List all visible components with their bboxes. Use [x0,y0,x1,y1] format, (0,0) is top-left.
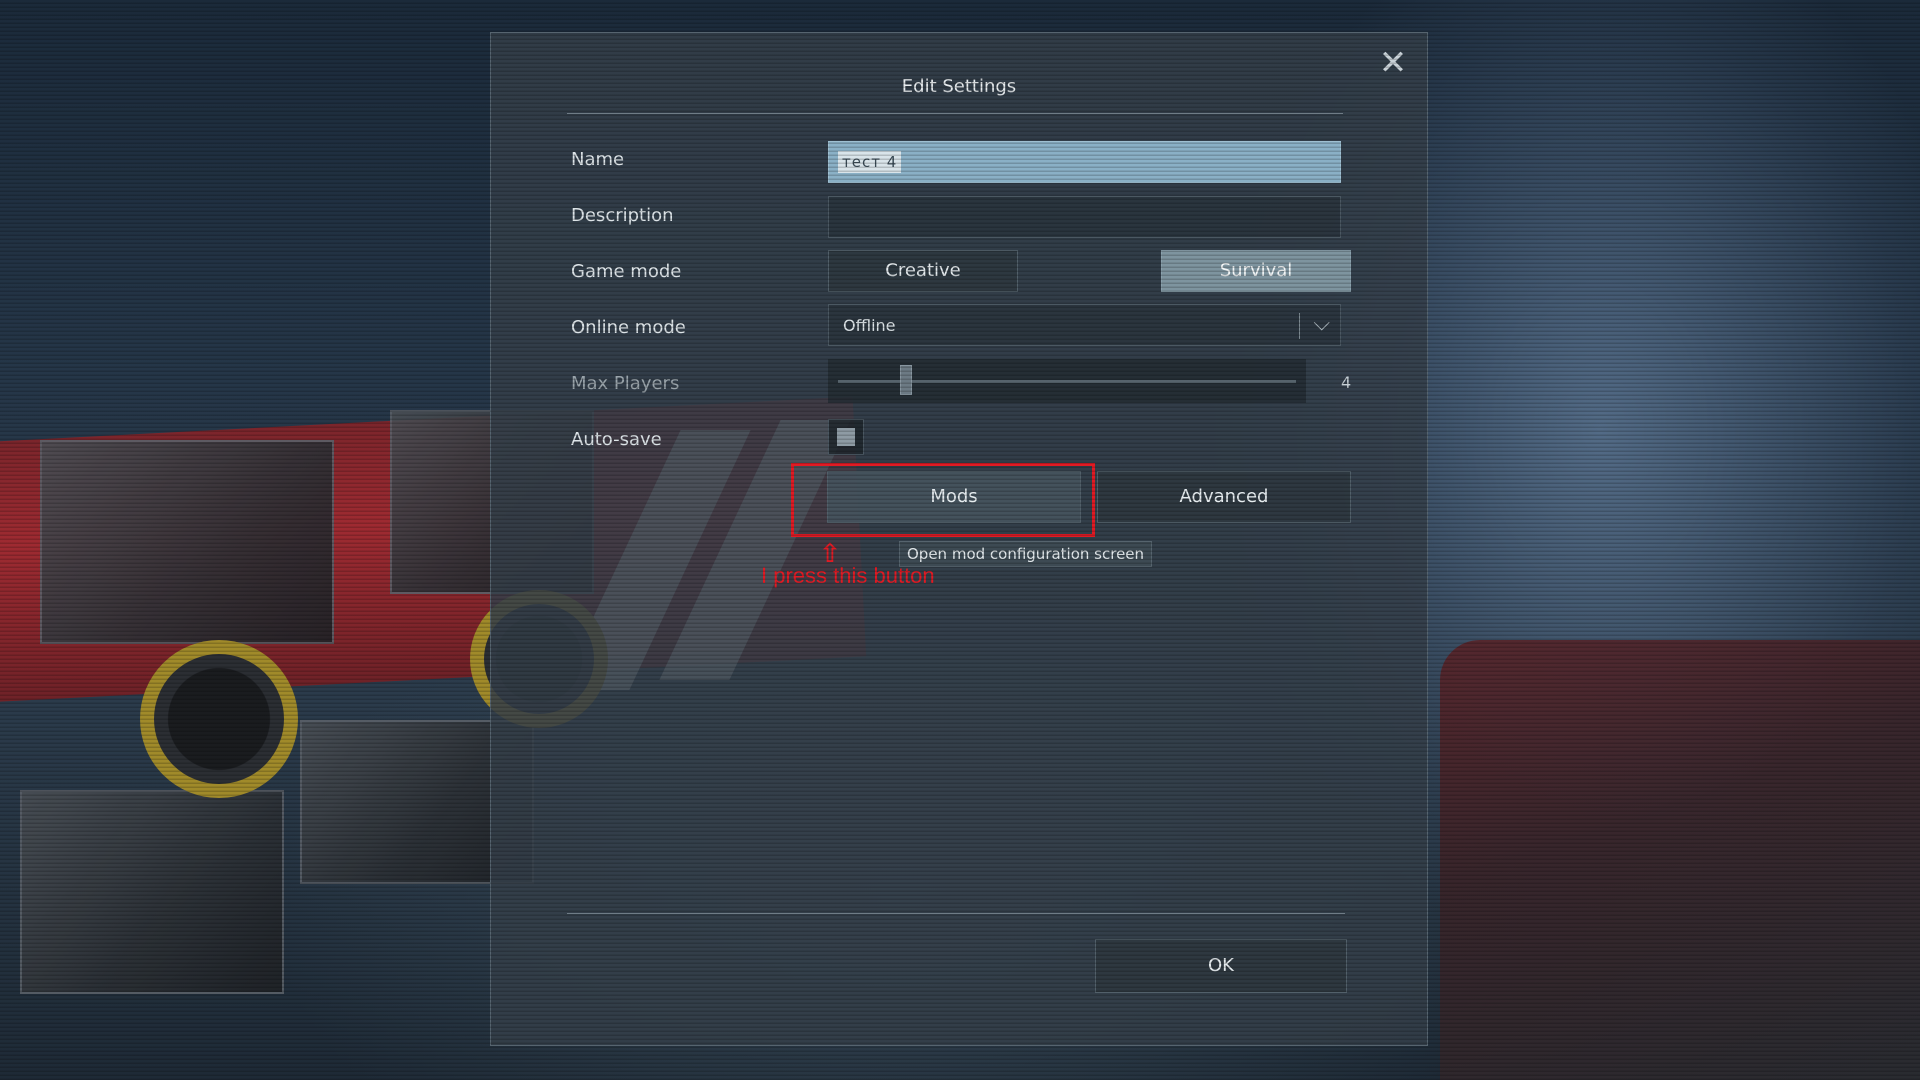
online-mode-label: Online mode [571,317,686,338]
dialog-title: Edit Settings [901,76,1017,97]
description-label: Description [571,205,674,226]
auto-save-checkbox[interactable] [828,419,864,455]
background-block [40,440,334,644]
advanced-button[interactable]: Advanced [1097,471,1351,523]
slider-thumb[interactable] [900,365,913,395]
game-mode-survival-button[interactable]: Survival [1161,250,1351,292]
title-divider [567,113,1343,114]
max-players-value: 4 [1341,373,1352,392]
background-ring [140,640,298,798]
name-input-value: тест 4 [838,151,902,173]
name-input[interactable]: тест 4 [828,141,1341,183]
online-mode-select[interactable]: Offline ⌵ [828,304,1341,346]
edit-settings-dialog: ✕ Edit Settings Name тест 4 Description … [490,32,1428,1046]
background-block [20,790,284,994]
ok-button[interactable]: OK [1095,939,1347,993]
max-players-label: Max Players [571,373,680,394]
close-icon[interactable]: ✕ [1377,46,1409,80]
game-background: ✕ Edit Settings Name тест 4 Description … [0,0,1920,1080]
select-divider [1299,313,1300,339]
chevron-down-icon: ⌵ [1313,311,1330,336]
checkbox-mark [837,428,855,446]
background-machine [1440,640,1920,1080]
online-mode-value: Offline [843,316,896,335]
footer-divider [567,913,1345,914]
game-mode-creative-button[interactable]: Creative [828,250,1018,292]
game-mode-label: Game mode [571,261,682,282]
annotation-highlight-box [791,463,1095,537]
name-label: Name [571,149,625,170]
max-players-slider[interactable] [828,359,1306,403]
mods-tooltip: Open mod configuration screen [899,541,1153,567]
auto-save-label: Auto-save [571,429,662,450]
description-input[interactable] [828,196,1341,238]
